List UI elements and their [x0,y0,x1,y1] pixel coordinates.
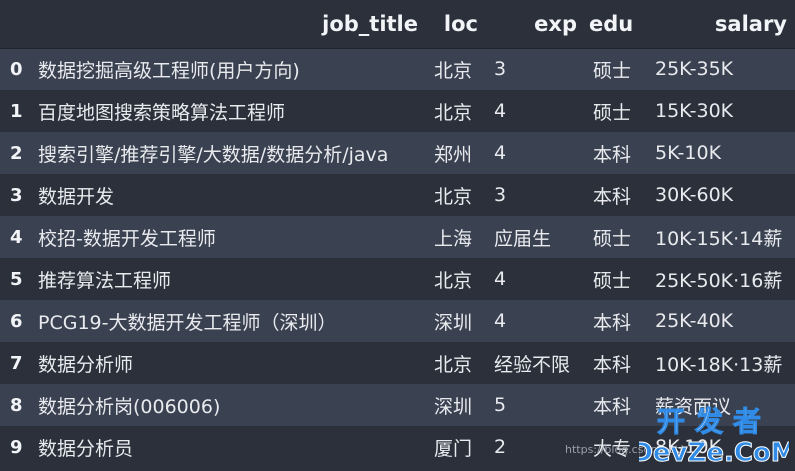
cell-index: 5 [10,268,23,290]
header-salary: salary [714,11,787,36]
table-header: job_title loc exp edu salary [0,0,795,48]
cell-job-title: 数据开发 [38,185,115,208]
table-row: 1 百度地图搜索策略算法工程师 北京 4 硕士 15K-30K [0,90,795,132]
cell-index: 4 [10,226,23,248]
header-index [0,0,30,48]
cell-edu: 本科 [593,143,632,166]
cell-exp: 2 [494,436,507,458]
header-row: job_title loc exp edu salary [0,0,795,48]
cell-edu: 本科 [593,311,632,334]
cell-job-title: 数据分析岗(006006) [38,395,221,418]
cell-edu: 硕士 [585,47,647,90]
cell-edu: 本科 [593,185,632,208]
table-row: 6 PCG19-大数据开发工程师（深圳） 深圳 4 本科 25K-40K [0,300,795,342]
cell-index: 8 [10,394,23,416]
cell-loc: 上海 [434,227,473,250]
cell-loc: 北京 [434,269,473,292]
cell-loc: 北京 [434,353,473,376]
table-row: 2 搜索引擎/推荐引擎/大数据/数据分析/java 郑州 4 本科 5K-10K [0,132,795,174]
cell-salary: 25K-35K [647,47,795,90]
cell-exp: 4 [494,142,507,164]
header-job-title: job_title [322,11,418,36]
table-row: 8 数据分析岗(006006) 深圳 5 本科 薪资面议 [0,384,795,426]
header-loc: loc [443,11,478,36]
cell-edu: 大专 [593,437,632,460]
cell-salary: 30K-60K [655,184,734,206]
cell-index: 9 [10,436,23,458]
cell-job-title: PCG19-大数据开发工程师（深圳） [38,311,337,334]
cell-loc: 郑州 [434,143,473,166]
cell-salary: 薪资面议 [655,395,732,418]
cell-exp: 经验不限 [494,353,571,376]
cell-index: 3 [10,184,23,206]
cell-loc: 深圳 [434,311,473,334]
cell-index: 6 [10,310,23,332]
cell-job-title: 校招-数据开发工程师 [38,227,216,250]
cell-edu: 本科 [593,395,632,418]
cell-salary: 25K-40K [655,310,734,332]
header-exp: exp [534,11,577,36]
table-row: 7 数据分析师 北京 经验不限 本科 10K-18K·13薪 [0,342,795,384]
cell-exp: 3 [494,184,507,206]
cell-exp: 4 [494,310,507,332]
cell-salary: 25K-50K·16薪 [655,269,783,292]
table-row: 5 推荐算法工程师 北京 4 硕士 25K-50K·16薪 [0,258,795,300]
cell-job-title: 数据分析员 [38,437,134,460]
cell-index: 1 [10,100,23,122]
cell-exp: 3 [486,47,585,90]
cell-loc: 北京 [434,101,473,124]
cell-index: 2 [10,142,23,164]
cell-edu: 本科 [593,353,632,376]
cell-salary: 10K-18K·13薪 [655,353,783,376]
cell-loc: 深圳 [434,395,473,418]
cell-edu: 硕士 [593,227,632,250]
cell-job-title: 百度地图搜索策略算法工程师 [38,101,286,124]
table-row: 0 数据挖掘高级工程师(用户方向) 北京 3 硕士 25K-35K [0,47,795,90]
cell-index: 7 [10,352,23,374]
table-row: 9 数据分析员 厦门 2 大专 8K-10K [0,426,795,468]
cell-exp: 5 [494,394,507,416]
cell-job-title: 数据挖掘高级工程师(用户方向) [30,47,426,90]
cell-salary: 15K-30K [655,100,734,122]
cell-exp: 4 [494,100,507,122]
cell-exp: 4 [494,268,507,290]
cell-loc: 厦门 [434,437,473,460]
cell-salary: 8K-10K [655,436,722,458]
dataframe-table: job_title loc exp edu salary 0 数据挖掘高级工程师(… [0,0,795,468]
cell-loc: 北京 [434,185,473,208]
cell-loc: 北京 [426,47,486,90]
cell-edu: 硕士 [593,101,632,124]
cell-salary: 10K-15K·14薪 [655,227,783,250]
cell-index: 0 [0,47,30,90]
cell-job-title: 数据分析师 [38,353,134,376]
cell-salary: 5K-10K [655,142,722,164]
table-row: 4 校招-数据开发工程师 上海 应届生 硕士 10K-15K·14薪 [0,216,795,258]
cell-job-title: 推荐算法工程师 [38,269,172,292]
header-edu: edu [589,11,634,36]
cell-exp: 应届生 [494,227,552,250]
table-row: 3 数据开发 北京 3 本科 30K-60K [0,174,795,216]
cell-edu: 硕士 [593,269,632,292]
cell-job-title: 搜索引擎/推荐引擎/大数据/数据分析/java [38,143,389,166]
table-body: 0 数据挖掘高级工程师(用户方向) 北京 3 硕士 25K-35K 1 百度地图搜索策略算法工… [0,47,795,468]
